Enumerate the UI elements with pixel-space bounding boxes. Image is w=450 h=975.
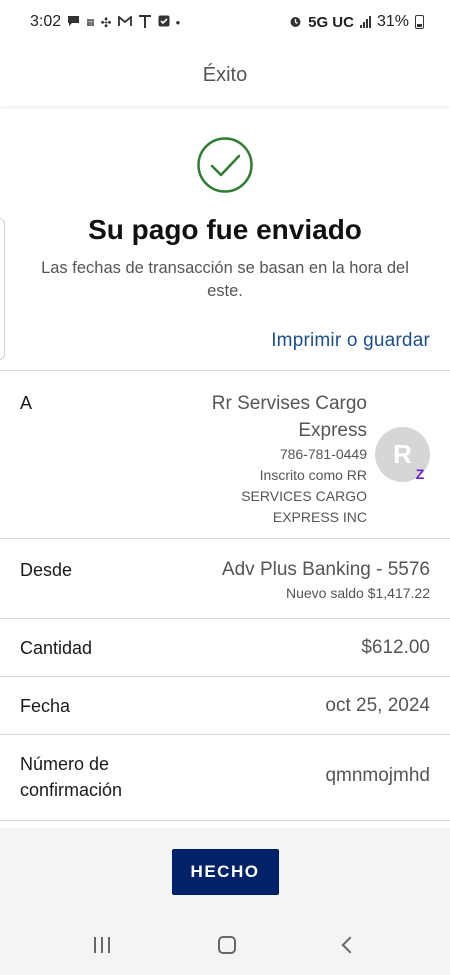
back-icon[interactable] [341, 936, 359, 953]
date-label: Fecha [20, 695, 71, 716]
new-balance: Nuevo saldo $1,417.22 [286, 585, 430, 601]
status-right: 5G UC 31% [289, 13, 424, 31]
detail-row-to: A Rr Servises Cargo Express 786-781-0449… [0, 371, 450, 539]
gmail-icon [117, 14, 132, 29]
page-header: Éxito [0, 44, 450, 106]
amount-value: $612.00 [361, 636, 430, 658]
dot-icon: • [175, 14, 181, 30]
success-title: Su pago fue enviado [88, 214, 362, 245]
date-value: oct 25, 2024 [325, 694, 430, 716]
slack-icon: ✣ [100, 14, 112, 30]
success-check-wrapper [0, 136, 450, 194]
status-left: 3:02 ▦ ✣ • [30, 13, 180, 31]
payment-details: A Rr Servises Cargo Express 786-781-0449… [0, 370, 450, 821]
battery-percent: 31% [376, 13, 409, 30]
amount-label: Cantidad [20, 637, 93, 658]
network-type: 5G UC [308, 13, 354, 31]
chat-icon [67, 15, 80, 29]
battery-icon [415, 15, 424, 29]
confirmation-label: Número de confirmación [20, 754, 123, 800]
page-title: Éxito [202, 63, 248, 86]
recipient-phone: 786-781-0449 [279, 446, 367, 462]
tmobile-icon [138, 14, 152, 31]
zelle-icon: Z [415, 466, 425, 482]
recipient-text: Rr Servises Cargo Express 786-781-0449 I… [197, 390, 367, 528]
status-time: 3:02 [30, 13, 62, 30]
to-label: A [20, 393, 33, 413]
recipient-info: Rr Servises Cargo Express 786-781-0449 I… [197, 390, 430, 538]
from-account: Adv Plus Banking - 5576 [221, 559, 430, 580]
system-nav-bar [0, 914, 450, 975]
temu-icon: ▦ [86, 16, 95, 27]
success-check-icon [197, 137, 253, 193]
recipient-name: Rr Servises Cargo Express [211, 393, 367, 441]
detail-row-confirmation: Número de confirmación qmnmojmhd [0, 735, 450, 821]
alarm-icon [289, 15, 302, 30]
recipient-avatar: R Z [375, 427, 430, 482]
home-icon[interactable] [218, 935, 236, 954]
detail-row-from: Desde Adv Plus Banking - 5576 Nuevo sald… [0, 539, 450, 619]
detail-row-amount: Cantidad $612.00 [0, 619, 450, 677]
footer: HECHO [0, 828, 450, 914]
done-button[interactable]: HECHO [171, 849, 279, 895]
print-or-save-link[interactable]: Imprimir o guardar [271, 330, 430, 352]
recents-icon[interactable] [94, 936, 110, 953]
detail-row-date: Fecha oct 25, 2024 [0, 677, 450, 735]
from-values: Adv Plus Banking - 5576 Nuevo saldo $1,4… [222, 557, 430, 618]
check-icon [158, 15, 170, 29]
confirmation-value: qmnmojmhd [325, 765, 430, 786]
status-bar: 3:02 ▦ ✣ • 5G UC 31% [0, 0, 450, 44]
signal-icon [359, 16, 371, 28]
success-note: Las fechas de transacción se basan en la… [41, 259, 409, 300]
from-label: Desde [20, 560, 73, 580]
recipient-enrolled: Inscrito como RR SERVICES CARGO EXPRESS … [241, 467, 367, 525]
